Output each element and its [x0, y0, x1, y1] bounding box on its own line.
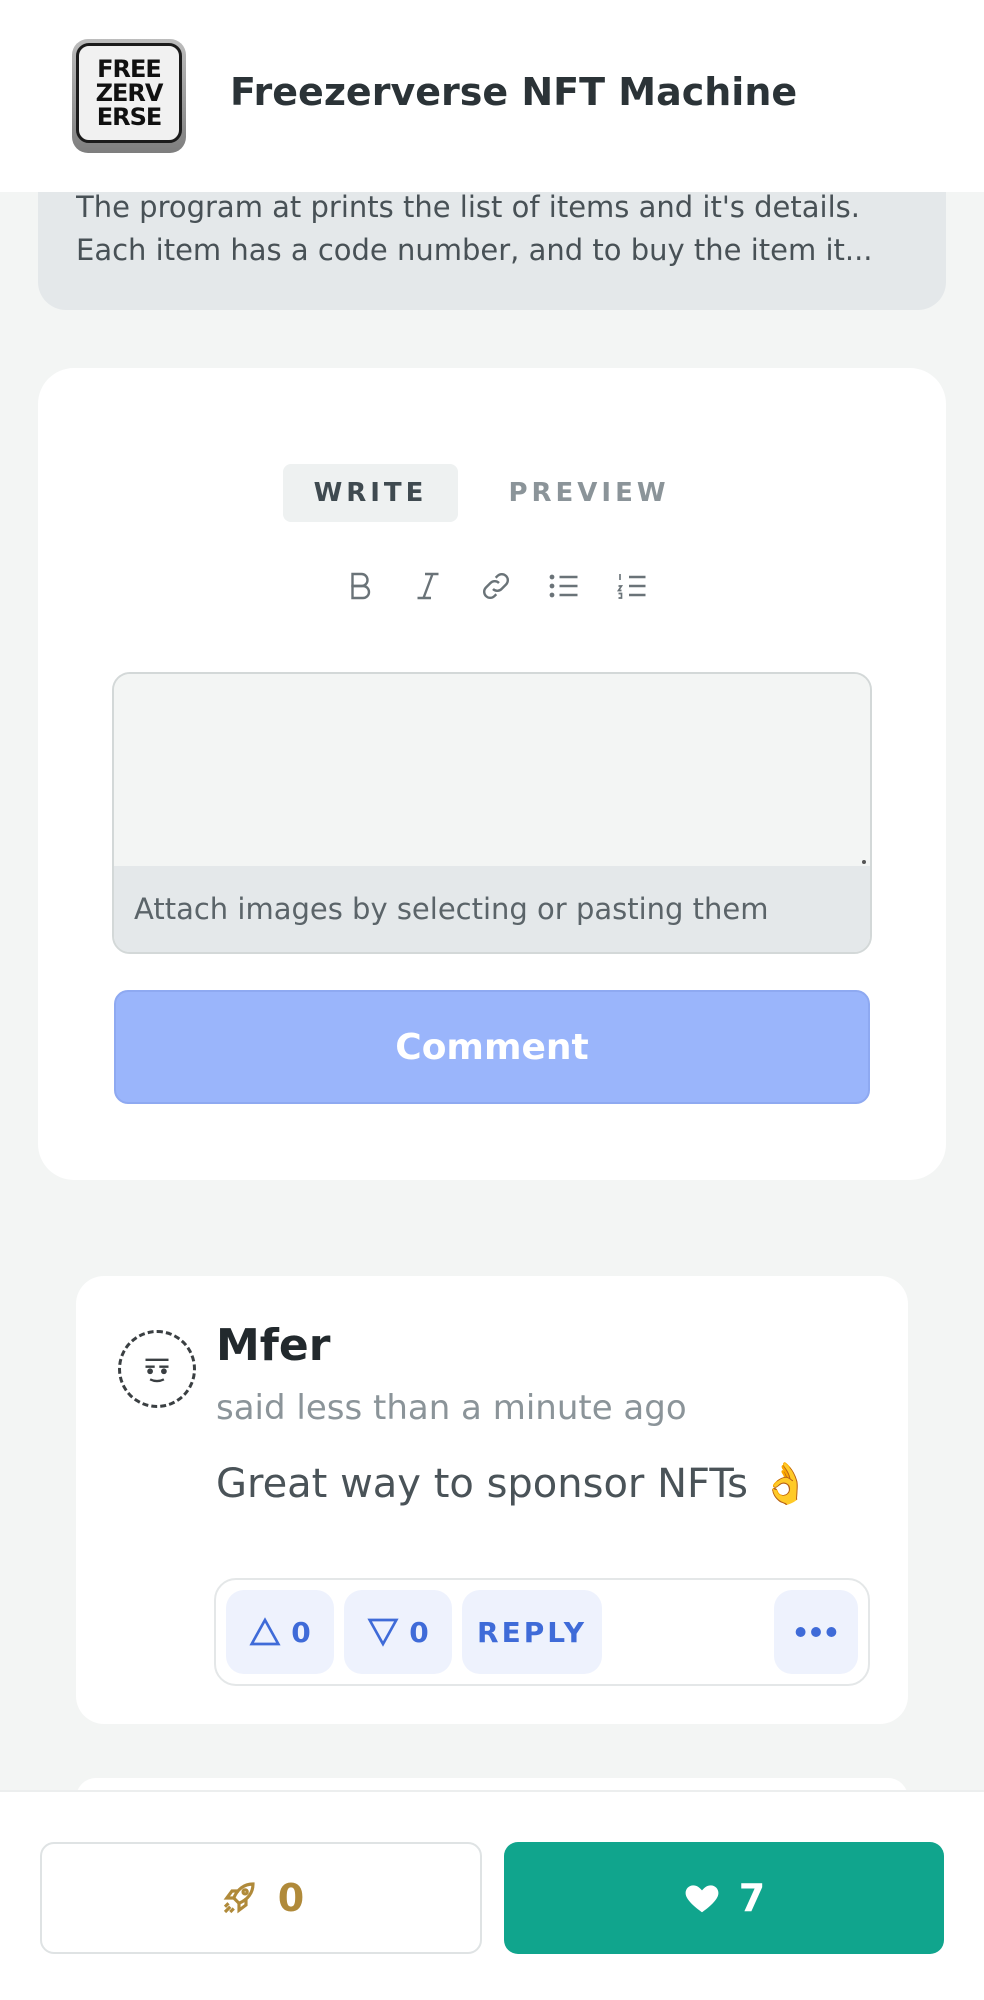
like-button[interactable]: 7 [504, 1842, 944, 1954]
logo-line-3: ERSE [96, 103, 163, 131]
avatar[interactable] [118, 1330, 196, 1408]
comment-editor-card: WRITE PREVIEW Attach images by selecting… [38, 368, 946, 1180]
bulleted-list-icon[interactable] [542, 564, 586, 608]
reply-button[interactable]: REPLY [462, 1590, 602, 1674]
comment-card: Mfer said less than a minute ago Great w… [76, 1276, 908, 1724]
app-header: FREE ZERV ERSE Freezerverse NFT Machine [0, 0, 984, 192]
logo-line-2: ZERV [95, 79, 164, 107]
page-title: Freezerverse NFT Machine [230, 70, 798, 114]
tab-preview[interactable]: PREVIEW [498, 464, 680, 522]
comment-actions: 0 0 REPLY [214, 1578, 870, 1686]
heart-icon [685, 1885, 719, 1913]
logo-wordmark: FREE ZERV ERSE [76, 43, 182, 143]
face-icon [145, 1358, 169, 1383]
tab-write[interactable]: WRITE [283, 464, 458, 522]
triangle-up-icon [249, 1617, 281, 1646]
logo-line-1: FREE [97, 55, 162, 83]
comment-textarea[interactable] [114, 674, 870, 868]
formatting-toolbar [338, 564, 658, 608]
more-options-button[interactable] [774, 1590, 858, 1674]
attach-hint-text: Attach images by selecting or pasting th… [134, 892, 769, 926]
attach-images-bar[interactable]: Attach images by selecting or pasting th… [114, 866, 870, 952]
numbered-list-icon[interactable] [610, 564, 654, 608]
italic-icon[interactable] [406, 564, 450, 608]
upvote-count: 0 [291, 1615, 311, 1649]
boost-button[interactable]: 0 [40, 1842, 482, 1954]
link-icon[interactable] [474, 564, 518, 608]
app-logo[interactable]: FREE ZERV ERSE [72, 39, 186, 153]
comment-input-wrapper: Attach images by selecting or pasting th… [112, 672, 872, 954]
resize-handle[interactable] [862, 860, 866, 864]
comment-author[interactable]: Mfer [216, 1320, 330, 1371]
comment-timestamp: said less than a minute ago [216, 1388, 687, 1428]
boost-count: 0 [277, 1876, 305, 1920]
bottom-action-bar: 0 7 [0, 1790, 984, 2000]
downvote-button[interactable]: 0 [344, 1590, 452, 1674]
comment-submit-button[interactable]: Comment [114, 990, 870, 1104]
description-line-2: Each item has a code number, and to buy … [76, 233, 873, 267]
description-line-1: The program at prints the list of items … [76, 190, 860, 224]
bold-icon[interactable] [338, 564, 382, 608]
like-count: 7 [738, 1876, 766, 1920]
more-dots-icon [795, 1627, 837, 1637]
triangle-down-icon [367, 1618, 399, 1647]
comment-body: Great way to sponsor NFTs 👌 [216, 1461, 811, 1507]
downvote-count: 0 [409, 1615, 429, 1649]
upvote-button[interactable]: 0 [226, 1590, 334, 1674]
rocket-icon [223, 1882, 255, 1914]
